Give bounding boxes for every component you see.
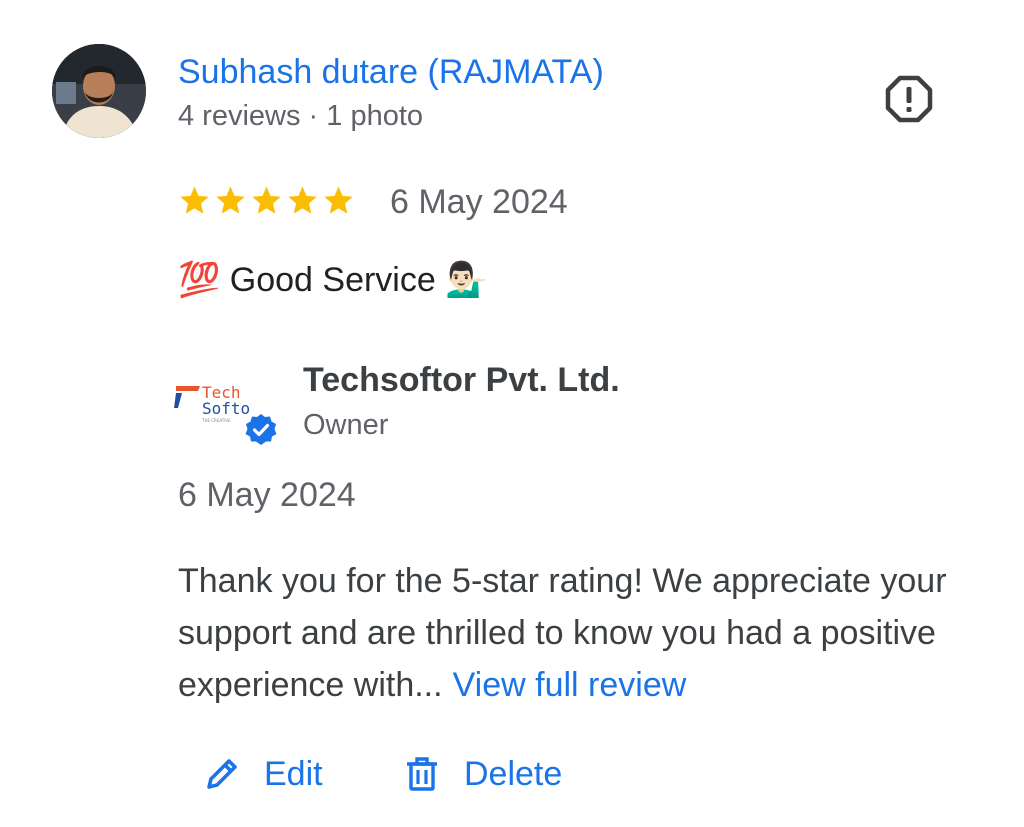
star-icon <box>252 186 281 214</box>
view-full-review-link[interactable]: View full review <box>453 666 687 704</box>
star-icon <box>180 186 209 214</box>
star-icon <box>288 186 317 214</box>
owner-role-label: Owner <box>303 409 389 441</box>
reviewer-name[interactable]: Subhash dutare (RAJMATA) <box>178 52 604 92</box>
edit-button[interactable]: Edit <box>204 752 323 796</box>
trash-icon <box>407 757 437 791</box>
owner-reply-text: Thank you for the 5-star rating! We appr… <box>178 555 978 711</box>
logo-text-softo: Softo <box>202 399 250 418</box>
reviewer-stats: 4 reviews · 1 photo <box>178 100 424 132</box>
edit-label: Edit <box>264 755 323 793</box>
reply-date: 6 May 2024 <box>178 476 356 514</box>
delete-label: Delete <box>464 755 563 793</box>
delete-button[interactable]: Delete <box>404 752 562 796</box>
verified-badge-icon <box>244 413 278 447</box>
pencil-icon <box>207 759 237 789</box>
review-date: 6 May 2024 <box>390 183 568 221</box>
report-icon <box>885 75 933 123</box>
reviewer-avatar[interactable] <box>52 44 146 138</box>
owner-name[interactable]: Techsoftor Pvt. Ltd. <box>303 360 620 400</box>
report-button[interactable] <box>884 74 934 124</box>
star-icon <box>216 186 245 214</box>
star-rating <box>178 184 355 217</box>
review-text: 💯 Good Service 💁🏻‍♂️ <box>178 261 488 299</box>
star-icon <box>324 186 353 214</box>
logo-tagline: THE CREATIVE <box>201 418 231 423</box>
